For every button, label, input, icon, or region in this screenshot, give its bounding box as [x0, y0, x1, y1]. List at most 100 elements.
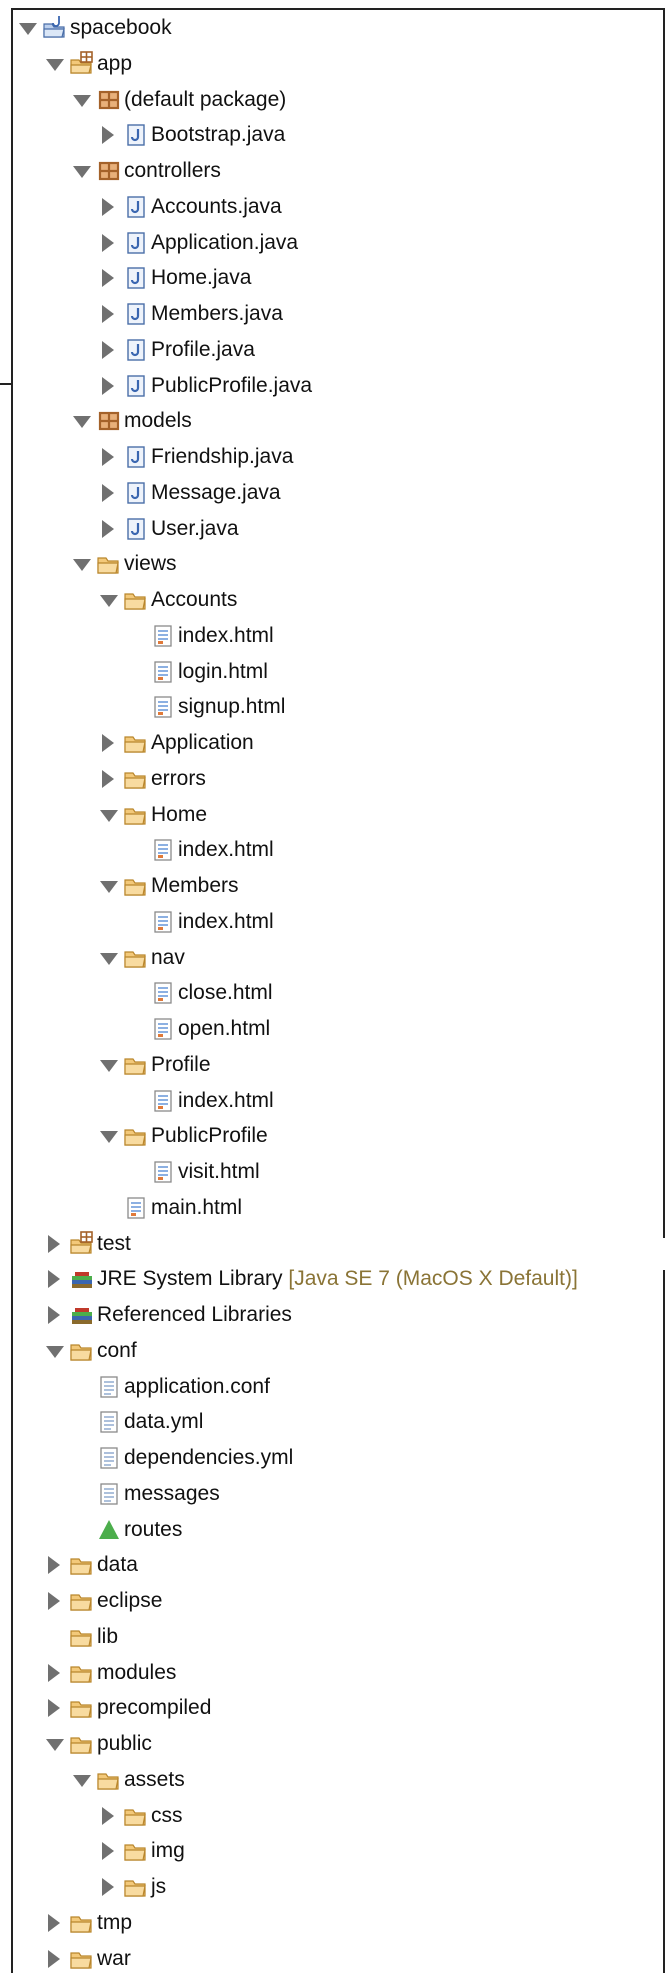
tree-item[interactable]: Profile — [0, 1047, 665, 1083]
tree-item[interactable]: signup.html — [0, 689, 665, 725]
tree-item[interactable]: visit.html — [0, 1154, 665, 1190]
tree-item[interactable]: Members.java — [0, 296, 665, 332]
collapse-toggle[interactable] — [71, 82, 91, 118]
expand-toggle[interactable] — [44, 1941, 64, 1977]
tree-item-name: Home.java — [151, 266, 252, 290]
tree-item[interactable]: (default package) — [0, 82, 665, 118]
tree-item[interactable]: js — [0, 1869, 665, 1905]
expand-toggle[interactable] — [44, 1297, 64, 1333]
tree-item[interactable]: Message.java — [0, 475, 665, 511]
tree-item[interactable]: open.html — [0, 1011, 665, 1047]
tree-item-label: Home.java — [151, 260, 251, 296]
expand-toggle[interactable] — [44, 1583, 64, 1619]
expand-toggle[interactable] — [98, 260, 118, 296]
tree-item[interactable]: assets — [0, 1762, 665, 1798]
tree-item[interactable]: precompiled — [0, 1690, 665, 1726]
tree-item[interactable]: test — [0, 1226, 665, 1262]
tree-item[interactable]: models — [0, 403, 665, 439]
tree-item[interactable]: public — [0, 1726, 665, 1762]
tree-item[interactable]: eclipse — [0, 1583, 665, 1619]
tree-item[interactable]: nav — [0, 940, 665, 976]
triangle-right-icon — [102, 1842, 114, 1861]
collapse-toggle[interactable] — [44, 1333, 64, 1369]
tree-item[interactable]: lib — [0, 1619, 665, 1655]
expand-toggle[interactable] — [98, 475, 118, 511]
tree-item[interactable]: app — [0, 46, 665, 82]
tree-item[interactable]: tmp — [0, 1905, 665, 1941]
tree-item[interactable]: main.html — [0, 1190, 665, 1226]
collapse-toggle[interactable] — [98, 940, 118, 976]
tree-item[interactable]: Members — [0, 868, 665, 904]
expand-toggle[interactable] — [98, 189, 118, 225]
expand-toggle[interactable] — [98, 725, 118, 761]
tree-item[interactable]: User.java — [0, 511, 665, 547]
collapse-toggle[interactable] — [44, 46, 64, 82]
expand-toggle[interactable] — [44, 1261, 64, 1297]
collapse-toggle[interactable] — [71, 153, 91, 189]
collapse-toggle[interactable] — [98, 582, 118, 618]
tree-item[interactable]: Friendship.java — [0, 439, 665, 475]
tree-item[interactable]: Application.java — [0, 225, 665, 261]
collapse-toggle[interactable] — [71, 403, 91, 439]
expand-toggle[interactable] — [44, 1905, 64, 1941]
tree-item[interactable]: index.html — [0, 904, 665, 940]
tree-item[interactable]: JRE System Library [Java SE 7 (MacOS X D… — [0, 1261, 665, 1297]
tree-item[interactable]: img — [0, 1833, 665, 1869]
tree-item[interactable]: errors — [0, 761, 665, 797]
collapse-toggle[interactable] — [98, 1047, 118, 1083]
tree-item[interactable]: Application — [0, 725, 665, 761]
expand-toggle[interactable] — [98, 117, 118, 153]
tree-item[interactable]: PublicProfile — [0, 1118, 665, 1154]
tree-item-label: Profile.java — [151, 332, 255, 368]
tree-item[interactable]: application.conf — [0, 1369, 665, 1405]
collapse-toggle[interactable] — [71, 1762, 91, 1798]
collapse-toggle[interactable] — [71, 546, 91, 582]
package-icon — [96, 87, 122, 113]
tree-item[interactable]: controllers — [0, 153, 665, 189]
tree-item[interactable]: css — [0, 1798, 665, 1834]
tree-item[interactable]: routes — [0, 1512, 665, 1548]
expand-toggle[interactable] — [98, 368, 118, 404]
tree-item[interactable]: Bootstrap.java — [0, 117, 665, 153]
tree-item[interactable]: data — [0, 1547, 665, 1583]
tree-item[interactable]: index.html — [0, 832, 665, 868]
collapse-toggle[interactable] — [98, 1118, 118, 1154]
collapse-toggle[interactable] — [44, 1726, 64, 1762]
expand-toggle[interactable] — [98, 511, 118, 547]
expand-toggle[interactable] — [98, 1869, 118, 1905]
expand-toggle[interactable] — [98, 761, 118, 797]
tree-item[interactable]: messages — [0, 1476, 665, 1512]
folder-icon — [123, 802, 149, 828]
collapse-toggle[interactable] — [17, 10, 37, 46]
tree-item[interactable]: PublicProfile.java — [0, 368, 665, 404]
tree-item[interactable]: conf — [0, 1333, 665, 1369]
collapse-toggle[interactable] — [98, 868, 118, 904]
tree-item[interactable]: index.html — [0, 618, 665, 654]
tree-item[interactable]: war — [0, 1941, 665, 1977]
expand-toggle[interactable] — [98, 225, 118, 261]
expand-toggle[interactable] — [98, 439, 118, 475]
tree-item[interactable]: data.yml — [0, 1404, 665, 1440]
tree-item[interactable]: index.html — [0, 1083, 665, 1119]
expand-toggle[interactable] — [98, 1798, 118, 1834]
expand-toggle[interactable] — [98, 332, 118, 368]
collapse-toggle[interactable] — [98, 797, 118, 833]
expand-toggle[interactable] — [44, 1547, 64, 1583]
tree-item[interactable]: close.html — [0, 975, 665, 1011]
tree-item[interactable]: views — [0, 546, 665, 582]
tree-item[interactable]: Accounts — [0, 582, 665, 618]
expand-toggle[interactable] — [44, 1655, 64, 1691]
tree-item[interactable]: dependencies.yml — [0, 1440, 665, 1476]
tree-item[interactable]: Home.java — [0, 260, 665, 296]
expand-toggle[interactable] — [44, 1690, 64, 1726]
tree-item[interactable]: spacebook — [0, 10, 665, 46]
tree-item[interactable]: Home — [0, 797, 665, 833]
tree-item[interactable]: Referenced Libraries — [0, 1297, 665, 1333]
tree-item[interactable]: Accounts.java — [0, 189, 665, 225]
expand-toggle[interactable] — [98, 296, 118, 332]
tree-item[interactable]: login.html — [0, 654, 665, 690]
tree-item[interactable]: Profile.java — [0, 332, 665, 368]
expand-toggle[interactable] — [44, 1226, 64, 1262]
tree-item[interactable]: modules — [0, 1655, 665, 1691]
expand-toggle[interactable] — [98, 1833, 118, 1869]
